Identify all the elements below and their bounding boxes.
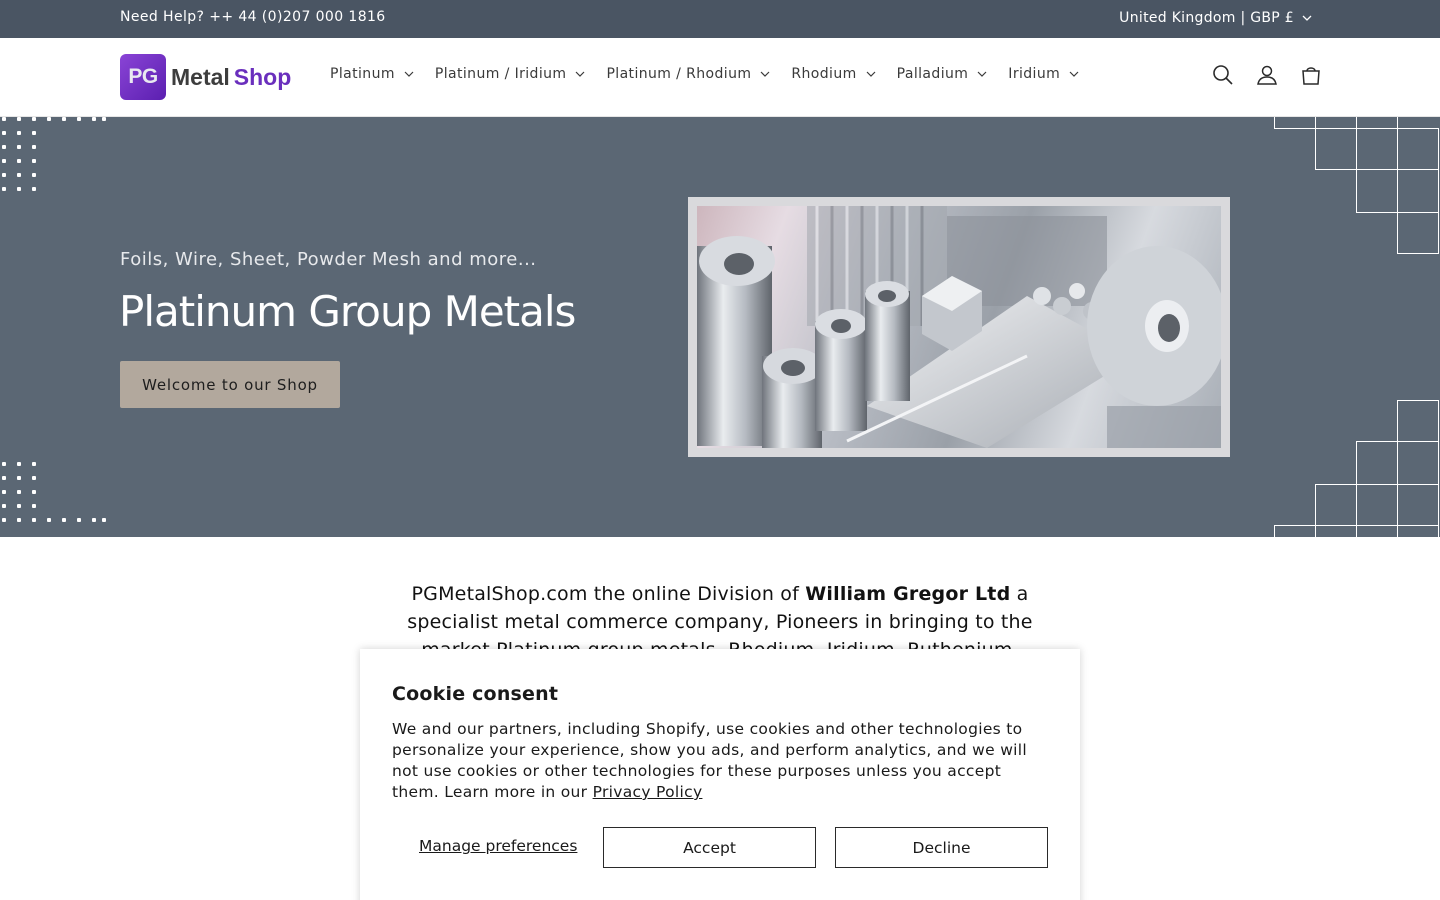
hero-image-frame (688, 197, 1230, 457)
grid-pattern-decoration (1274, 117, 1440, 257)
manage-preferences-link[interactable]: Manage preferences (419, 837, 577, 855)
nav-item-label: Rhodium (791, 66, 857, 82)
logo-word-metal: Metal (171, 63, 230, 90)
nav-item-palladium[interactable]: Palladium (897, 66, 988, 82)
accept-button[interactable]: Accept (603, 827, 816, 868)
site-logo[interactable]: PG Metal Shop (120, 54, 291, 100)
metal-products-image (697, 206, 1221, 448)
nav-item-label: Iridium (1008, 66, 1061, 82)
grid-pattern-decoration (1274, 400, 1440, 537)
welcome-shop-button[interactable]: Welcome to our Shop (120, 361, 340, 408)
decline-button[interactable]: Decline (835, 827, 1048, 868)
cookie-body: We and our partners, including Shopify, … (392, 719, 1042, 803)
nav-item-platinum-iridium[interactable]: Platinum / Iridium (435, 66, 586, 82)
nav-item-label: Palladium (896, 66, 969, 82)
company-name: William Gregor Ltd (805, 583, 1011, 605)
chevron-down-icon (1069, 71, 1079, 77)
main-nav: Platinum Platinum / Iridium Platinum / R… (330, 66, 1079, 82)
nav-item-label: Platinum / Rhodium (606, 66, 752, 82)
chevron-down-icon (1302, 15, 1312, 21)
cookie-title: Cookie consent (392, 683, 559, 705)
header-actions (1212, 64, 1322, 86)
privacy-policy-link[interactable]: Privacy Policy (593, 783, 703, 801)
locale-label: United Kingdom | GBP £ (1119, 10, 1294, 26)
nav-item-iridium[interactable]: Iridium (1008, 66, 1079, 82)
nav-item-platinum[interactable]: Platinum (330, 66, 414, 82)
cookie-body-text: We and our partners, including Shopify, … (392, 720, 1028, 801)
dot-pattern-decoration (2, 462, 112, 537)
intro-prefix: PGMetalShop.com the online Division of (411, 583, 806, 605)
nav-item-label: Platinum (330, 66, 395, 82)
chevron-down-icon (760, 71, 770, 77)
logo-mark: PG (120, 54, 166, 100)
nav-item-label: Platinum / Iridium (434, 66, 567, 82)
logo-word-shop: Shop (233, 63, 292, 90)
cart-icon[interactable] (1300, 64, 1322, 86)
chevron-down-icon (404, 71, 414, 77)
search-icon[interactable] (1212, 64, 1234, 86)
chevron-down-icon (576, 71, 585, 77)
announcement-bar: Need Help? ++ 44 (0)207 000 1816 United … (0, 0, 1440, 38)
hero-subtitle: Foils, Wire, Sheet, Powder Mesh and more… (120, 249, 537, 270)
chevron-down-icon (866, 71, 876, 77)
help-phone-text: Need Help? ++ 44 (0)207 000 1816 (120, 9, 386, 25)
nav-item-rhodium[interactable]: Rhodium (791, 66, 876, 82)
hero-title: Platinum Group Metals (119, 287, 576, 336)
nav-item-platinum-rhodium[interactable]: Platinum / Rhodium (606, 66, 770, 82)
cookie-consent-dialog: Cookie consent We and our partners, incl… (360, 649, 1080, 900)
dot-pattern-decoration (2, 117, 112, 197)
hero-banner: Foils, Wire, Sheet, Powder Mesh and more… (0, 117, 1440, 537)
locale-selector[interactable]: United Kingdom | GBP £ (1119, 10, 1312, 26)
chevron-down-icon (977, 71, 987, 77)
account-icon[interactable] (1256, 64, 1278, 86)
site-header: PG Metal Shop Platinum Platinum / Iridiu… (0, 38, 1440, 117)
